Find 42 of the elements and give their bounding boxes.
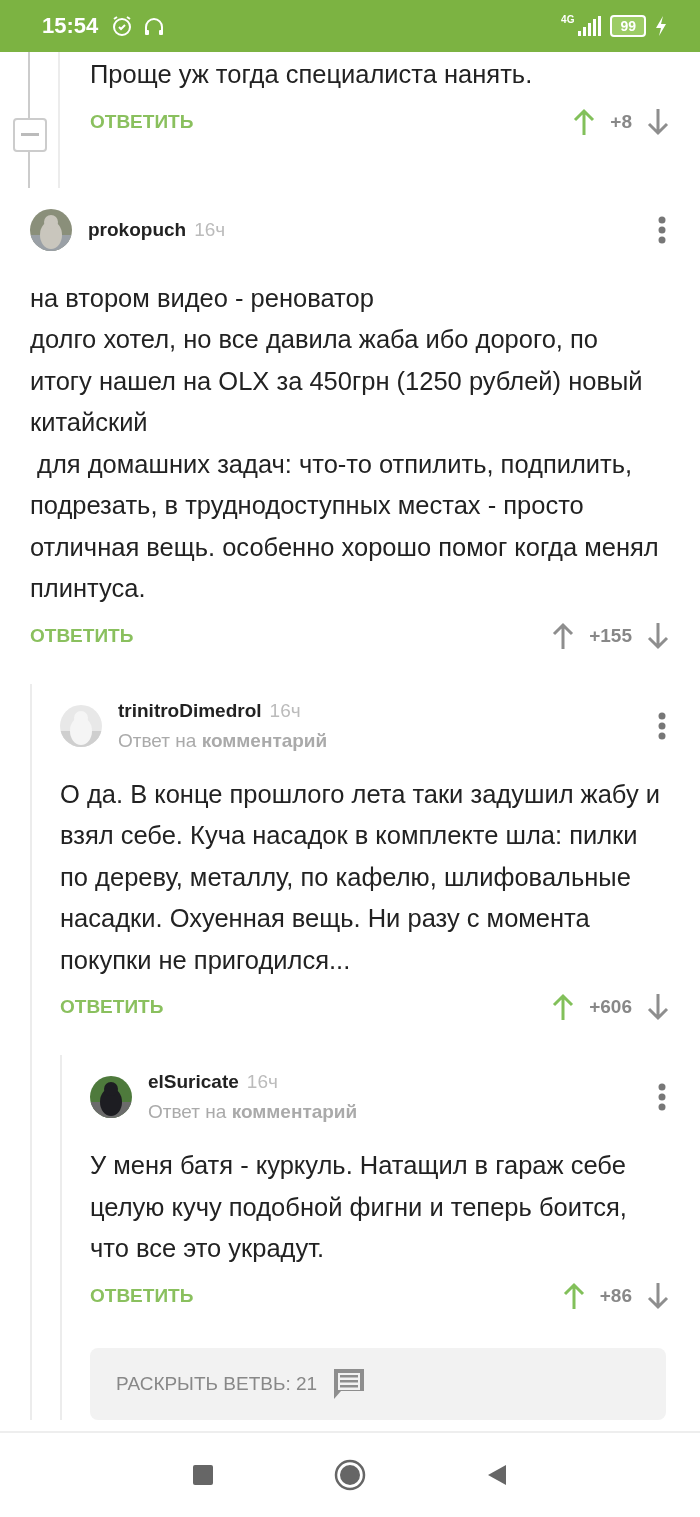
comment-score: +606 — [589, 996, 632, 1018]
comment-score: +155 — [589, 624, 632, 647]
downvote-icon[interactable] — [646, 992, 670, 1022]
author-name[interactable]: elSuricate — [148, 1071, 239, 1093]
more-options-icon[interactable] — [658, 215, 666, 244]
expand-branch-button[interactable]: РАСКРЫТЬ ВЕТВЬ: 21 — [90, 1347, 666, 1420]
reply-to-link[interactable]: Ответ на комментарий — [148, 1101, 358, 1123]
network-type: 4G — [561, 14, 575, 25]
upvote-icon[interactable] — [572, 106, 597, 137]
upvote-icon[interactable] — [551, 992, 576, 1022]
minus-icon — [21, 133, 39, 137]
signal-icon — [576, 15, 603, 37]
comment-text: на втором видео - реноватор долго хотел, но все давила жаба ибо дорого, по итогу нашел на OLX за 450грн (1250 рублей) новый китайский для домашних задач: что-то отпилить, подпилить, подрезать, в труднодоступных местах - просто отличная вещь. особенно хорошо помог когда менял плинтуса. — [30, 282, 660, 604]
comment-score: +8 — [610, 110, 632, 133]
downvote-icon[interactable] — [646, 1280, 670, 1311]
recent-apps-icon[interactable] — [192, 1464, 214, 1486]
more-options-icon[interactable] — [658, 1083, 666, 1111]
comment-text: Проще уж тогда специалиста нанять. — [90, 59, 534, 90]
reply-button[interactable]: ОТВЕТИТЬ — [90, 1284, 194, 1307]
back-icon[interactable] — [486, 1463, 508, 1487]
home-icon[interactable] — [334, 1459, 366, 1491]
comment-score: +86 — [599, 1284, 632, 1307]
clock-time: 15:54 — [42, 13, 99, 39]
comment-time: 16ч — [194, 218, 226, 241]
collapse-button[interactable] — [13, 118, 47, 152]
upvote-icon[interactable] — [561, 1280, 586, 1311]
charging-icon — [654, 15, 668, 37]
comment-text: О да. В конце прошлого лета таки задушил жабу и взял себе. Куча насадок в комплекте шла: пилки по дереву, металлу, по кафелю, шлифовальные насадки. Охуенная вещь. Ни разу с момента покупки не пригодился... — [60, 778, 661, 976]
comment-text: У меня батя - куркуль. Натащил в гараж себе целую кучу подобной фигни и теперь боится, что все это украдут. — [90, 1150, 628, 1264]
reply-to-link[interactable]: Ответ на комментарий — [118, 729, 328, 752]
more-options-icon[interactable] — [658, 711, 666, 740]
author-name[interactable]: prokopuch — [88, 218, 187, 241]
reply-button[interactable]: ОТВЕТИТЬ — [30, 624, 134, 647]
downvote-icon[interactable] — [646, 620, 670, 651]
reply-button[interactable]: ОТВЕТИТЬ — [90, 110, 194, 133]
downvote-icon[interactable] — [646, 106, 670, 137]
author-name[interactable]: trinitroDimedrol — [118, 699, 262, 722]
battery-level: 99 — [610, 15, 646, 37]
upvote-icon[interactable] — [551, 620, 576, 651]
comment-time: 16ч — [246, 1071, 278, 1093]
reply-button[interactable]: ОТВЕТИТЬ — [60, 996, 164, 1018]
comment-time: 16ч — [269, 699, 301, 722]
